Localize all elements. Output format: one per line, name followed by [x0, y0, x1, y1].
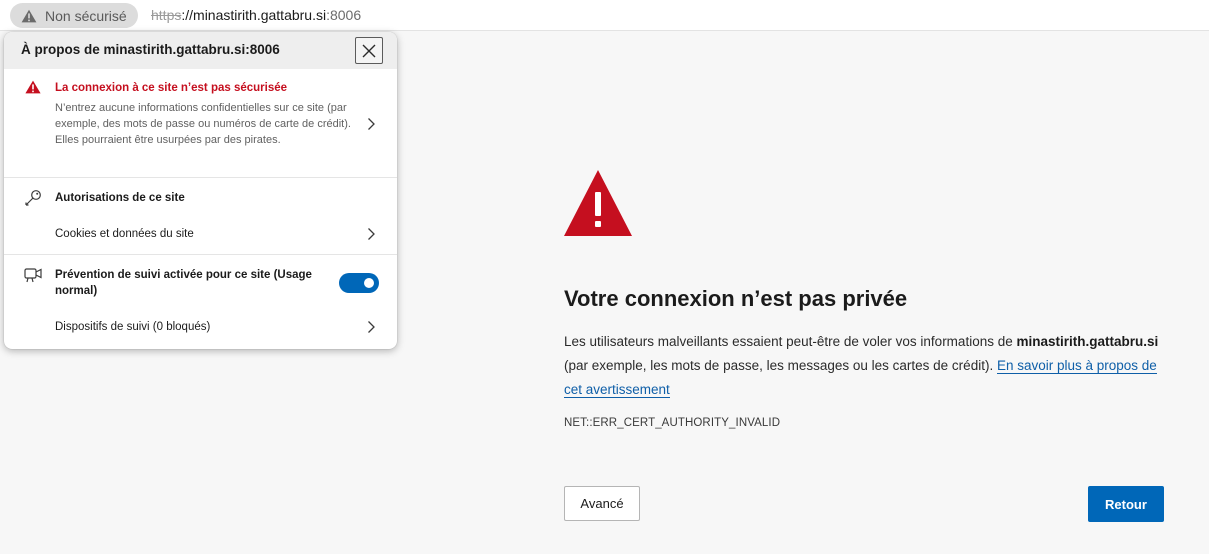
url-host: minastirith.gattabru.si: [193, 7, 327, 23]
description-text-2: (par exemple, les mots de passe, les mes…: [564, 358, 997, 373]
cookies-label: Cookies et données du site: [55, 228, 194, 240]
key-icon: [25, 190, 41, 206]
description-text: Les utilisateurs malveillants essaient p…: [564, 334, 1017, 349]
url-separator: ://: [181, 7, 194, 23]
close-button[interactable]: [355, 37, 383, 64]
warning-heading: La connexion à ce site n’est pas sécuris…: [55, 82, 288, 94]
permissions-label: Autorisations de ce site: [55, 192, 185, 204]
address-bar: Non sécurisé https://minastirith.gattabr…: [0, 0, 1209, 31]
site-permissions-row: Autorisations de ce site: [4, 178, 397, 212]
warning-triangle-icon: [25, 80, 41, 94]
chevron-right-icon: [368, 228, 375, 240]
error-description: Les utilisateurs malveillants essaient p…: [564, 330, 1168, 402]
advanced-button[interactable]: Avancé: [564, 486, 640, 521]
tracking-label: Prévention de suivi activée pour ce site…: [55, 269, 312, 297]
warning-triangle-icon: [21, 9, 37, 22]
security-indicator-button[interactable]: Non sécurisé: [10, 3, 138, 28]
popup-header: À propos de minastirith.gattabru.si:8006: [4, 32, 397, 69]
warning-triangle-icon: [564, 170, 632, 236]
url-field[interactable]: https://minastirith.gattabru.si:8006: [151, 7, 361, 23]
description-host: minastirith.gattabru.si: [1016, 334, 1159, 349]
site-info-popup: À propos de minastirith.gattabru.si:8006…: [4, 32, 397, 349]
tracking-toggle[interactable]: [339, 273, 379, 293]
connection-warning-section[interactable]: La connexion à ce site n’est pas sécuris…: [4, 69, 397, 177]
toggle-knob: [364, 278, 374, 288]
chevron-right-icon: [368, 321, 375, 333]
url-scheme: https: [151, 7, 182, 23]
back-button[interactable]: Retour: [1088, 486, 1164, 522]
url-port: :8006: [326, 7, 362, 23]
tracking-prevention-row: Prévention de suivi activée pour ce site…: [4, 257, 397, 307]
cookies-row[interactable]: Cookies et données du site: [4, 216, 397, 252]
camera-icon: [24, 268, 42, 283]
divider: [4, 254, 397, 255]
page-title: Votre connexion n’est pas privée: [564, 286, 908, 311]
trackers-row[interactable]: Dispositifs de suivi (0 bloqués): [4, 310, 397, 346]
popup-title: À propos de minastirith.gattabru.si:8006: [21, 42, 280, 57]
close-icon: [362, 44, 376, 57]
chevron-right-icon: [368, 118, 375, 130]
warning-body: N’entrez aucune informations confidentie…: [55, 102, 351, 146]
error-code: NET::ERR_CERT_AUTHORITY_INVALID: [564, 417, 781, 429]
security-label: Non sécurisé: [45, 7, 127, 24]
trackers-label: Dispositifs de suivi (0 bloqués): [55, 321, 211, 333]
